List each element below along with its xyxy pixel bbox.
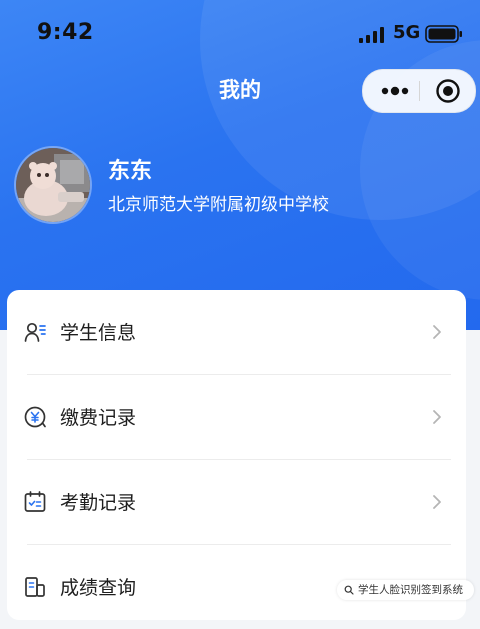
menu-item-label: 缴费记录 bbox=[60, 407, 137, 429]
search-icon bbox=[344, 585, 354, 595]
chevron-right-icon bbox=[433, 495, 441, 509]
user-name: 东东 bbox=[108, 159, 153, 184]
menu-item-label: 成绩查询 bbox=[60, 577, 137, 599]
avatar-photo bbox=[16, 148, 90, 222]
menu-item-label: 学生信息 bbox=[60, 322, 137, 344]
attendance-record-icon bbox=[24, 491, 46, 512]
status-time: 9:42 bbox=[37, 20, 94, 45]
more-dots-icon[interactable] bbox=[377, 78, 413, 104]
menu-item-label: 考勤记录 bbox=[60, 492, 137, 514]
menu-item-attendance-record[interactable]: 考勤记录 bbox=[7, 460, 466, 544]
signal-icon bbox=[359, 27, 384, 43]
school-name: 北京师范大学附属初级中学校 bbox=[108, 195, 329, 215]
watermark-text: 学生人脸识别签到系统 bbox=[358, 584, 463, 596]
close-target-icon[interactable] bbox=[435, 78, 461, 104]
capsule-divider bbox=[419, 81, 420, 101]
app-watermark: 学生人脸识别签到系统 bbox=[337, 580, 474, 600]
status-bar: 9:42 5G bbox=[0, 14, 480, 54]
avatar[interactable] bbox=[14, 146, 92, 224]
menu-item-student-info[interactable]: 学生信息 bbox=[7, 290, 466, 374]
menu-item-payment-record[interactable]: 缴费记录 bbox=[7, 375, 466, 459]
chevron-right-icon bbox=[433, 325, 441, 339]
miniprogram-capsule bbox=[362, 69, 476, 113]
menu-card: 学生信息 缴费记录 考勤记录 成绩查询 bbox=[7, 290, 466, 620]
network-type: 5G bbox=[393, 22, 421, 43]
student-info-icon bbox=[24, 322, 46, 342]
payment-record-icon bbox=[24, 406, 46, 428]
profile-header: 9:42 5G 我的 东东 北京师范大学附属初级中学校 bbox=[0, 0, 480, 330]
score-query-icon bbox=[25, 577, 45, 597]
battery-icon bbox=[425, 25, 462, 43]
chevron-right-icon bbox=[433, 410, 441, 424]
